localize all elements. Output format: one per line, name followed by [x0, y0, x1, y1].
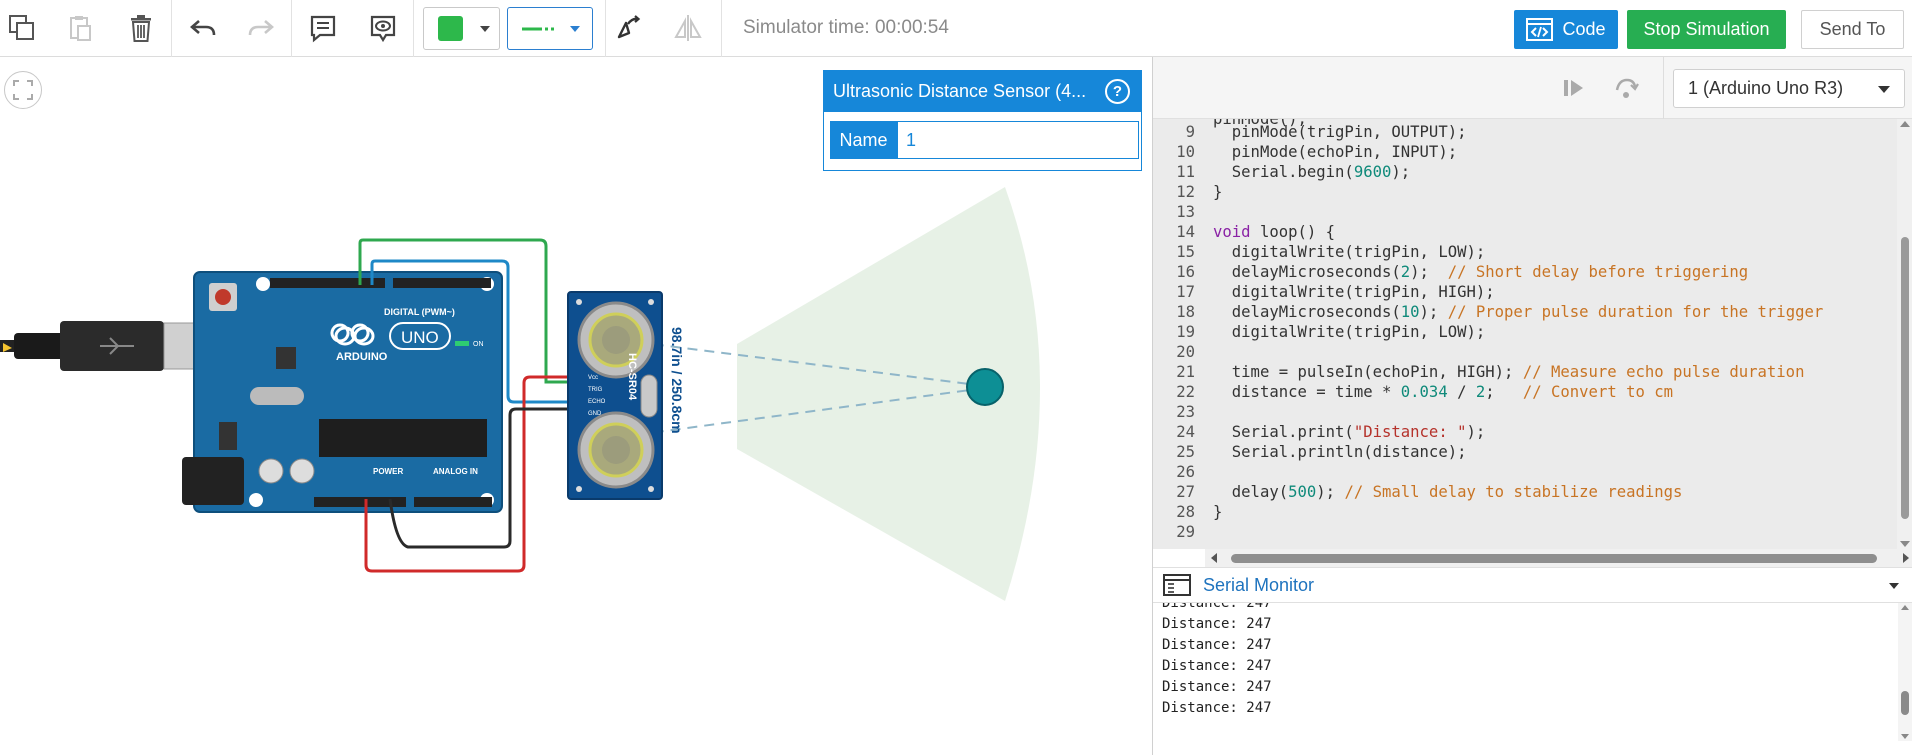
name-label: Name — [830, 121, 897, 159]
scrollbar-thumb[interactable] — [1901, 237, 1909, 519]
properties-header: Ultrasonic Distance Sensor (4... ? — [824, 71, 1141, 112]
code-line: 17 digitalWrite(trigPin, HIGH); — [1176, 283, 1495, 301]
sensor-pin-gnd: GND — [588, 411, 602, 417]
code-line: 10 pinMode(echoPin, INPUT); — [1176, 143, 1458, 161]
code-line: 25 Serial.println(distance); — [1176, 443, 1467, 461]
arduino-logo-text: ARDUINO — [336, 351, 388, 363]
scrollbar-thumb[interactable] — [1231, 554, 1877, 563]
code-line: 27 delay(500); // Small delay to stabili… — [1176, 483, 1683, 501]
name-property-row: Name — [830, 121, 1139, 159]
code-toolbar: 1 (Arduino Uno R3) — [1153, 57, 1912, 119]
sensor-pin-echo: ECHO — [588, 399, 606, 405]
code-line: 13 — [1176, 203, 1195, 221]
simulator-time: Simulator time: 00:00:54 — [743, 17, 949, 38]
board-selector[interactable]: 1 (Arduino Uno R3) — [1673, 69, 1905, 108]
serial-line: Distance: 247 — [1162, 658, 1272, 674]
board-selector-value: 1 (Arduino Uno R3) — [1688, 78, 1844, 98]
code-line: 26 — [1176, 463, 1195, 481]
code-button[interactable]: Code — [1514, 10, 1618, 49]
serial-line: Distance: 247 — [1162, 637, 1272, 653]
step-over-icon[interactable] — [1611, 73, 1641, 103]
serial-monitor-output[interactable]: Distance: 247 Distance: 247 Distance: 24… — [1153, 603, 1912, 741]
target-object — [966, 368, 1004, 406]
serial-line: Distance: 247 — [1162, 679, 1272, 695]
serial-monitor-header[interactable]: Serial Monitor — [1153, 567, 1912, 603]
chevron-down-icon — [480, 25, 490, 32]
flip-icon[interactable] — [668, 8, 708, 48]
code-line: 23 — [1176, 403, 1195, 421]
arduino-uno-board: DIGITAL (PWM~) ARDUINO UNO ON POWER ANAL… — [182, 271, 503, 513]
properties-panel: Ultrasonic Distance Sensor (4... ? Name — [823, 70, 1142, 171]
ultrasonic-sensor: HC-SR04 Vcc TRIG ECHO GND — [567, 291, 663, 500]
editor-vertical-scrollbar[interactable] — [1897, 119, 1912, 549]
circuit-canvas[interactable]: DIGITAL (PWM~) ARDUINO UNO ON POWER ANAL… — [0, 57, 1152, 755]
code-line: 24 Serial.print("Distance: "); — [1176, 423, 1486, 441]
code-line: 12} — [1176, 183, 1223, 201]
redo-icon[interactable] — [241, 8, 281, 48]
rotate-icon[interactable] — [608, 8, 648, 48]
serial-line: Distance: 247 — [1162, 616, 1272, 632]
code-line: 22 distance = time * 0.034 / 2; // Conve… — [1176, 383, 1674, 401]
chevron-down-icon — [1878, 86, 1890, 93]
code-line: 16 delayMicroseconds(2); // Short delay … — [1176, 263, 1749, 281]
serial-monitor-title: Serial Monitor — [1203, 575, 1315, 595]
help-icon[interactable]: ? — [1105, 79, 1130, 104]
wire-style-icon — [522, 27, 554, 30]
code-line: 21 time = pulseIn(echoPin, HIGH); // Mea… — [1176, 363, 1805, 381]
serial-monitor-scrollbar[interactable] — [1898, 603, 1912, 741]
chevron-down-icon — [570, 25, 580, 32]
code-editor[interactable]: pinMode(); 9 pinMode(trigPin, OUTPUT); 1… — [1153, 119, 1912, 549]
delete-icon[interactable] — [121, 8, 161, 48]
serial-monitor-icon — [1163, 574, 1191, 596]
chevron-down-icon[interactable] — [1889, 583, 1899, 589]
code-panel: 1 (Arduino Uno R3) pinMode(); 9 pinMode(… — [1152, 57, 1912, 755]
component-title: Ultrasonic Distance Sensor (4... — [833, 81, 1087, 101]
digital-label: DIGITAL (PWM~) — [384, 307, 455, 317]
code-editor-icon — [1526, 18, 1554, 41]
color-swatch-icon — [438, 16, 463, 41]
copy-icon[interactable] — [2, 8, 42, 48]
color-swatch-dropdown[interactable] — [423, 7, 500, 50]
code-line: 15 digitalWrite(trigPin, LOW); — [1176, 243, 1486, 261]
code-line: 19 digitalWrite(trigPin, LOW); — [1176, 323, 1486, 341]
notes-icon[interactable] — [303, 8, 343, 48]
uno-label: UNO — [401, 328, 439, 347]
code-line: 28} — [1176, 503, 1223, 521]
visibility-icon[interactable] — [363, 8, 403, 48]
serial-line: Distance: 247 — [1162, 700, 1272, 716]
on-label: ON — [473, 341, 484, 348]
send-to-button[interactable]: Send To — [1801, 10, 1904, 49]
paste-icon[interactable] — [60, 8, 100, 48]
main-toolbar: Simulator time: 00:00:54 Code Stop Simul… — [0, 0, 1912, 57]
code-line: 29 — [1176, 523, 1195, 541]
stop-simulation-button[interactable]: Stop Simulation — [1627, 10, 1786, 49]
name-input[interactable] — [897, 121, 1139, 159]
wire-style-dropdown[interactable] — [507, 7, 593, 50]
code-line: 9 pinMode(trigPin, OUTPUT); — [1185, 123, 1467, 141]
distance-readout: 98.7in / 250.8cm — [669, 327, 685, 434]
code-line: 20 — [1176, 343, 1195, 361]
serial-line: Distance: 247 — [1162, 603, 1272, 611]
sensor-pin-trig: TRIG — [588, 387, 603, 393]
undo-icon[interactable] — [183, 8, 223, 48]
sensor-model-label: HC-SR04 — [626, 353, 638, 401]
code-line: 11 Serial.begin(9600); — [1176, 163, 1411, 181]
code-button-label: Code — [1562, 19, 1606, 39]
code-line: 14 void loop() { — [1176, 223, 1336, 241]
analog-label: ANALOG IN — [433, 467, 478, 476]
sensor-pin-vcc: Vcc — [588, 375, 598, 381]
power-label: POWER — [373, 467, 403, 476]
editor-horizontal-scrollbar[interactable] — [1205, 549, 1912, 567]
code-line: 18 delayMicroseconds(10); // Proper puls… — [1176, 303, 1824, 321]
step-icon[interactable] — [1559, 73, 1589, 103]
